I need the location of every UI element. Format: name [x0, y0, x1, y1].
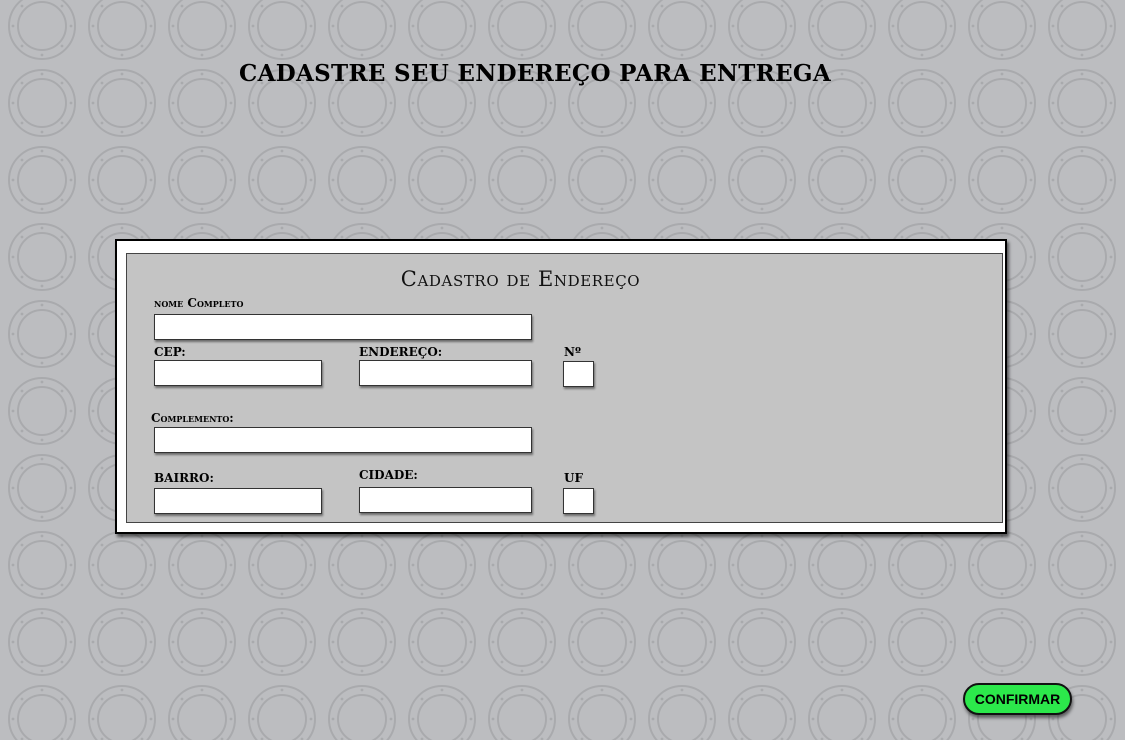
- numero-label: Nº: [564, 345, 581, 359]
- cep-field[interactable]: [154, 360, 322, 386]
- form-title: Cadastro de Endereço: [400, 267, 641, 291]
- cidade-field[interactable]: [359, 487, 532, 513]
- cidade-label: CIDADE:: [359, 468, 418, 482]
- complemento-label: Complemento:: [151, 411, 234, 425]
- uf-label: UF: [564, 471, 583, 485]
- uf-field[interactable]: [563, 488, 594, 514]
- endereco-label: ENDEREÇO:: [359, 345, 443, 359]
- bairro-label: BAIRRO:: [154, 471, 214, 485]
- confirm-button[interactable]: CONFIRMAR: [963, 683, 1072, 715]
- page-title: CADASTRE SEU ENDEREÇO PARA ENTREGA: [239, 60, 831, 87]
- complemento-field[interactable]: [154, 427, 532, 453]
- address-form-card: Cadastro de Endereço nome Completo CEP: …: [115, 239, 1007, 534]
- bairro-field[interactable]: [154, 488, 322, 514]
- nome-label: nome Completo: [154, 296, 244, 310]
- cep-label: CEP:: [154, 345, 186, 359]
- endereco-field[interactable]: [359, 360, 532, 386]
- nome-field[interactable]: [154, 314, 532, 340]
- numero-field[interactable]: [563, 361, 594, 387]
- address-form-panel: Cadastro de Endereço nome Completo CEP: …: [126, 253, 1003, 523]
